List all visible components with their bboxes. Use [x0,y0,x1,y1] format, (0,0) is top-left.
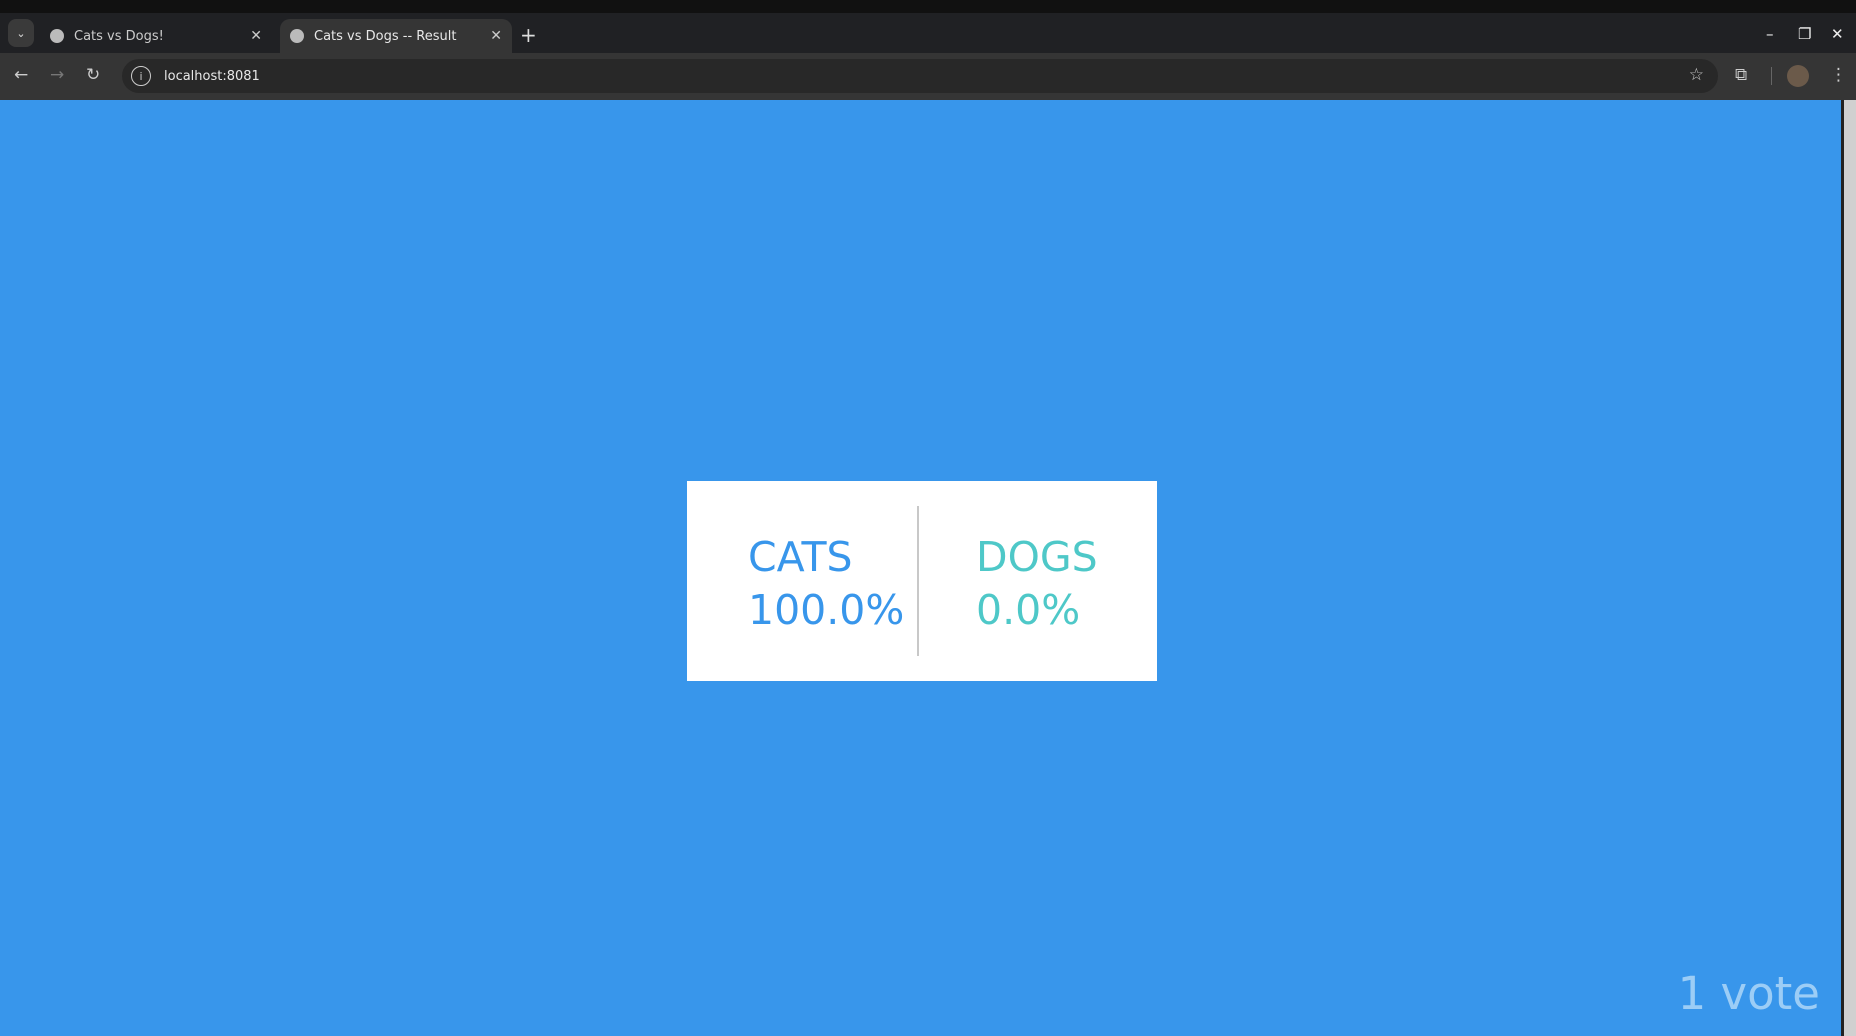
dogs-result: DOGS 0.0% [976,531,1098,637]
avatar[interactable] [1787,65,1809,87]
tab-cats-vs-dogs[interactable]: Cats vs Dogs! ✕ [40,19,272,53]
dogs-percent: 0.0% [976,586,1081,634]
tab-title: Cats vs Dogs -- Result [314,28,457,44]
vote-count: 1 vote [1677,967,1820,1020]
close-window-icon[interactable]: ✕ [1831,25,1844,43]
scrollbar[interactable] [1841,100,1856,1036]
address-bar[interactable]: i localhost:8081 ☆ [122,59,1718,93]
tab-title: Cats vs Dogs! [74,28,164,44]
dogs-label: DOGS [976,533,1098,581]
tab-strip: ⌄ Cats vs Dogs! ✕ Cats vs Dogs -- Result… [0,13,1856,53]
divider [1771,67,1772,85]
cats-label: CATS [748,533,853,581]
globe-icon [50,29,64,43]
extensions-icon[interactable]: ⧉ [1735,65,1747,85]
result-box: CATS 100.0% DOGS 0.0% [687,481,1157,681]
close-icon[interactable]: ✕ [490,28,502,44]
info-icon[interactable]: i [131,66,151,86]
tab-result[interactable]: Cats vs Dogs -- Result ✕ [280,19,512,53]
minimize-icon[interactable]: – [1766,25,1774,43]
cats-result: CATS 100.0% [748,531,904,637]
reload-icon[interactable]: ↻ [86,65,100,85]
cats-percent: 100.0% [748,586,905,634]
menu-icon[interactable]: ⋮ [1830,65,1847,85]
close-icon[interactable]: ✕ [250,28,262,44]
toolbar: ← → ↻ i localhost:8081 ☆ ⧉ ⋮ [0,53,1856,100]
restore-icon[interactable]: ❐ [1798,25,1811,43]
url-text[interactable]: localhost:8081 [164,69,260,84]
bookmark-star-icon[interactable]: ☆ [1689,65,1704,85]
new-tab-button[interactable]: + [520,23,537,47]
page-content: CATS 100.0% DOGS 0.0% 1 vote [0,100,1841,1036]
back-icon[interactable]: ← [14,65,28,85]
tab-search-button[interactable]: ⌄ [8,19,34,47]
globe-icon [290,29,304,43]
system-bar [0,0,1856,13]
divider [917,506,919,656]
forward-icon[interactable]: → [50,65,64,85]
